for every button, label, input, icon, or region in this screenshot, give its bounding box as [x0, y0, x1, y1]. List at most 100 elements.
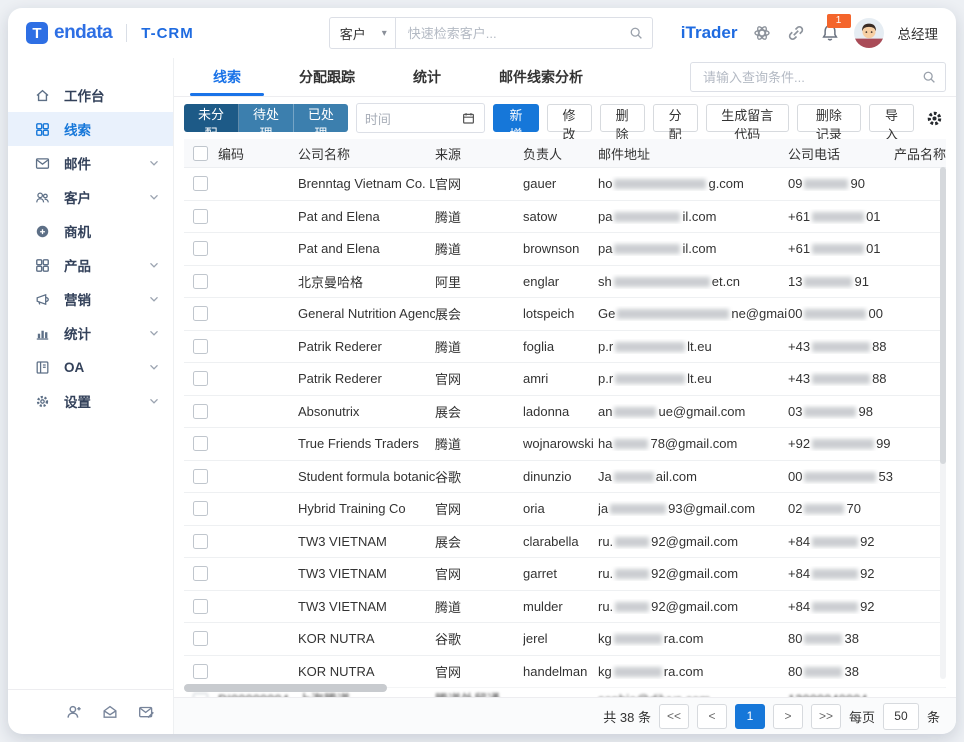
table-row[interactable]: Pat and Elena腾道brownsonpail.com+6101 — [184, 233, 946, 266]
cell-email: shet.cn — [598, 274, 788, 289]
cell-owner: satow — [523, 209, 598, 224]
sidebar-item-stats[interactable]: 统计 — [8, 316, 173, 350]
link-icon[interactable] — [786, 23, 806, 43]
cell-owner: oria — [523, 501, 598, 516]
inbox-icon[interactable] — [101, 703, 119, 721]
ai-assistant-icon[interactable] — [752, 23, 772, 43]
cell-email: pail.com — [598, 241, 788, 256]
unit-label: 条 — [927, 707, 940, 726]
pagination-last-button[interactable]: >> — [811, 704, 841, 729]
page-size-select[interactable]: 50 — [883, 703, 919, 730]
row-checkbox[interactable] — [193, 693, 208, 697]
compose-mail-icon[interactable] — [137, 703, 155, 721]
delete-record-button[interactable]: 删除记录 — [797, 104, 861, 132]
table-row[interactable]: KOR NUTRA谷歌jerelkgra.com8038 — [184, 623, 946, 656]
table-row[interactable]: Pat and Elena腾道satowpail.com+6101 — [184, 201, 946, 234]
sidebar-item-customers[interactable]: 客户 — [8, 180, 173, 214]
tab-leads[interactable]: 线索 — [184, 58, 270, 96]
query-search-input[interactable] — [701, 69, 922, 86]
pagination-prev-button[interactable]: < — [697, 704, 727, 729]
chevron-down-icon — [149, 193, 159, 201]
row-checkbox[interactable] — [193, 534, 208, 549]
assign-button[interactable]: 分配 — [653, 104, 698, 132]
row-checkbox[interactable] — [193, 176, 208, 191]
grid-icon — [34, 121, 51, 138]
row-checkbox[interactable] — [193, 404, 208, 419]
sidebar-item-mail[interactable]: 邮件 — [8, 146, 173, 180]
gen-message-code-button[interactable]: 生成留言代码 — [706, 104, 789, 132]
column-header: 负责人 — [523, 144, 598, 163]
row-checkbox[interactable] — [193, 436, 208, 451]
sidebar-item-settings[interactable]: 设置 — [8, 384, 173, 418]
tab-assign-tracking[interactable]: 分配跟踪 — [270, 58, 384, 96]
row-checkbox[interactable] — [193, 241, 208, 256]
cell-company: Brenntag Vietnam Co. LTD — [298, 176, 435, 191]
filter-button[interactable]: 未分配 — [184, 104, 239, 132]
table-row[interactable]: TW3 VIETNAM官网garretru.92@gmail.com+8492 — [184, 558, 946, 591]
row-checkbox[interactable] — [193, 599, 208, 614]
cell-source: 谷歌 — [435, 467, 523, 486]
sidebar-item-marketing[interactable]: 营销 — [8, 282, 173, 316]
table-row[interactable]: Patrik Rederer官网amrip.rlt.eu+4388 — [184, 363, 946, 396]
search-category-select[interactable]: 客户 ▾ — [329, 17, 396, 49]
search-icon[interactable] — [922, 70, 937, 85]
cell-source: 官网 — [435, 499, 523, 518]
cell-source: 官网 — [435, 174, 523, 193]
cell-owner: mulder — [523, 599, 598, 614]
edit-button[interactable]: 修改 — [547, 104, 592, 132]
sidebar-item-label: 客户 — [64, 187, 91, 207]
row-checkbox[interactable] — [193, 371, 208, 386]
sidebar-item-opportunity[interactable]: 商机 — [8, 214, 173, 248]
horizontal-scrollbar-thumb[interactable] — [184, 684, 387, 692]
pagination-first-button[interactable]: << — [659, 704, 689, 729]
table-row[interactable]: 北京曼哈格阿里englarshet.cn1391 — [184, 266, 946, 299]
row-checkbox[interactable] — [193, 501, 208, 516]
add-button[interactable]: 新增 — [493, 104, 538, 132]
quick-search-input[interactable] — [406, 25, 629, 42]
row-checkbox[interactable] — [193, 339, 208, 354]
sidebar-item-workbench[interactable]: 工作台 — [8, 78, 173, 112]
import-button[interactable]: 导入 — [869, 104, 914, 132]
tab-mail-lead-analysis[interactable]: 邮件线索分析 — [470, 58, 612, 96]
table-row[interactable]: Absonutrix展会ladonnaanue@gmail.com0398 — [184, 396, 946, 429]
time-filter[interactable]: 时间 — [356, 103, 486, 133]
table-row[interactable]: TW3 VIETNAM展会clarabellaru.92@gmail.com+8… — [184, 526, 946, 559]
table-row[interactable]: TW3 VIETNAM腾道mulderru.92@gmail.com+8492 — [184, 591, 946, 624]
row-checkbox[interactable] — [193, 566, 208, 581]
filter-button[interactable]: 已处理 — [294, 104, 348, 132]
row-checkbox[interactable] — [193, 306, 208, 321]
row-checkbox[interactable] — [193, 631, 208, 646]
filter-button[interactable]: 待处理 — [239, 104, 294, 132]
table-row[interactable]: Hybrid Training Co官网oriaja93@gmail.com02… — [184, 493, 946, 526]
pagination-next-button[interactable]: > — [773, 704, 803, 729]
vertical-scrollbar[interactable] — [940, 167, 946, 679]
table-row[interactable]: True Friends Traders腾道wojnarowskiha78@gm… — [184, 428, 946, 461]
avatar[interactable] — [854, 18, 884, 48]
add-contact-icon[interactable] — [65, 703, 83, 721]
itrader-link[interactable]: iTrader — [681, 23, 738, 43]
select-all-checkbox[interactable] — [193, 146, 208, 161]
row-checkbox[interactable] — [193, 209, 208, 224]
tab-statistics[interactable]: 统计 — [384, 58, 470, 96]
pagination-page-1-button[interactable]: 1 — [735, 704, 765, 729]
pagination-bar: 共 38 条 << < 1 > >> 每页 50 条 — [174, 697, 956, 734]
vertical-scrollbar-thumb[interactable] — [940, 167, 946, 464]
row-checkbox[interactable] — [193, 664, 208, 679]
sidebar-item-products[interactable]: 产品 — [8, 248, 173, 282]
cell-email: ja93@gmail.com — [598, 501, 788, 516]
delete-button[interactable]: 删除 — [600, 104, 645, 132]
row-checkbox[interactable] — [193, 469, 208, 484]
row-checkbox[interactable] — [193, 274, 208, 289]
sidebar-item-leads[interactable]: 线索 — [8, 112, 173, 146]
sidebar-item-oa[interactable]: OA — [8, 350, 173, 384]
table-row[interactable]: General Nutrition Agency ...展会lotspeichG… — [184, 298, 946, 331]
sidebar-footer — [8, 689, 173, 734]
calendar-icon — [461, 111, 476, 126]
status-filter-group: 未分配待处理已处理 — [184, 104, 348, 132]
table-settings-gear-icon[interactable] — [922, 104, 946, 132]
table-row[interactable]: Brenntag Vietnam Co. LTD官网gauerhog.com09… — [184, 168, 946, 201]
table-row[interactable]: Student formula botanica谷歌dinunzioJaail.… — [184, 461, 946, 494]
table-row[interactable]: Patrik Rederer腾道fogliap.rlt.eu+4388 — [184, 331, 946, 364]
search-icon[interactable] — [629, 26, 644, 41]
notification-bell-icon[interactable]: 1 — [820, 23, 840, 43]
